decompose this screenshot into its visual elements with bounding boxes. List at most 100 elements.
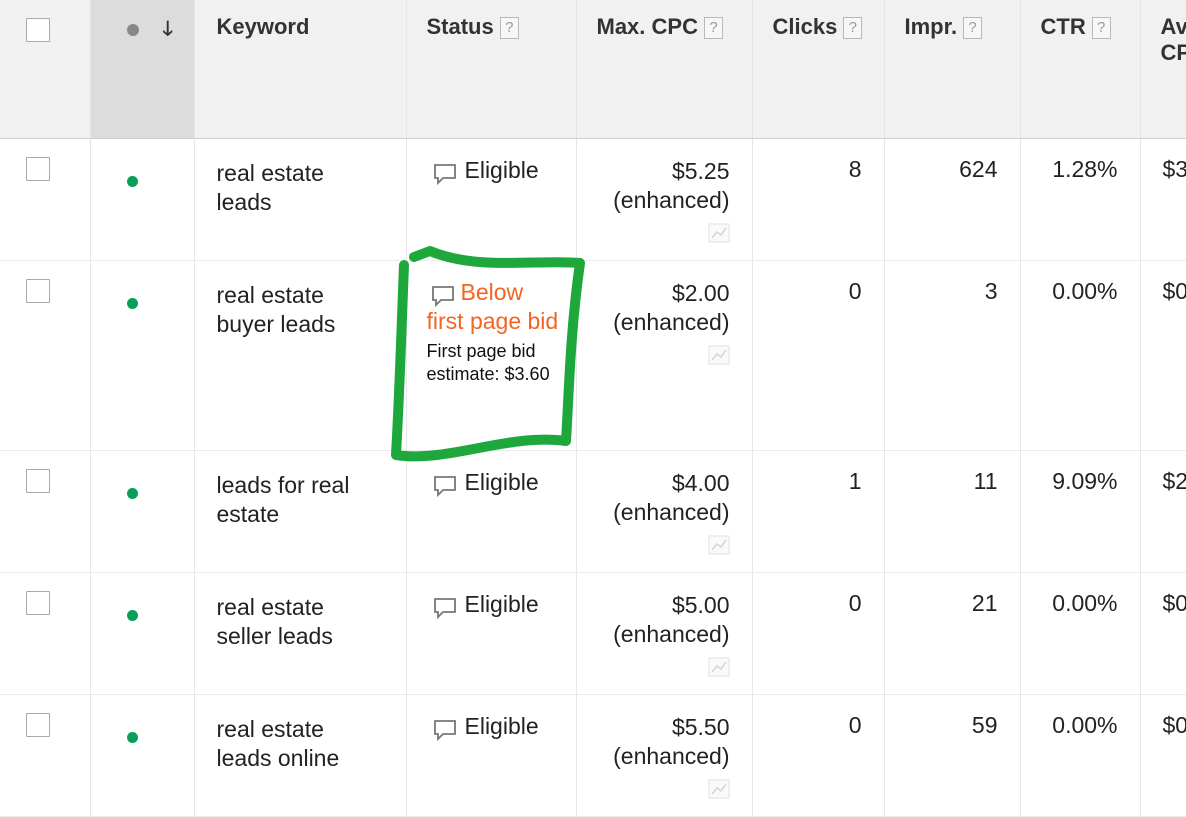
clicks-help-icon[interactable]: ? [843, 17, 862, 39]
row-select-cell [0, 260, 90, 450]
keyword-cell: real estate seller leads [194, 572, 406, 694]
status-cell: Eligible [406, 138, 576, 260]
cpc-note: (enhanced) [587, 308, 730, 337]
clicks-value: 1 [753, 451, 884, 495]
avg-cpc-value: $0 [1141, 573, 1186, 617]
max-cpc-value[interactable]: $5.50 [587, 713, 730, 742]
max-cpc-help-icon[interactable]: ? [704, 17, 723, 39]
avg-cpc-cell: $2 [1140, 450, 1186, 572]
status-column-header[interactable]: Status? [406, 0, 576, 138]
table-row: leads for real estate Eligible $4.00(enh… [0, 450, 1186, 572]
speech-bubble-icon[interactable] [433, 719, 457, 741]
clicks-cell: 0 [752, 694, 884, 816]
avg-cpc-value: $3 [1141, 139, 1186, 183]
row-checkbox[interactable] [26, 591, 50, 615]
table-row: real estate buyer leads Below first page… [0, 260, 1186, 450]
enabled-dot-icon[interactable] [127, 732, 138, 743]
impr-cell: 3 [884, 260, 1020, 450]
table-row: real estate leads Eligible $5.25(enhance… [0, 138, 1186, 260]
impr-column-header[interactable]: Impr.? [884, 0, 1020, 138]
ctr-cell: 1.28% [1020, 138, 1140, 260]
status-header-label: Status [427, 14, 494, 39]
status-cell: Below first page bid First page bid esti… [406, 260, 576, 450]
line-graph-icon[interactable] [708, 535, 730, 555]
line-graph-icon[interactable] [708, 657, 730, 677]
avg-cpc-column-header[interactable]: Avg. CPC [1140, 0, 1186, 138]
status-cell: Eligible [406, 572, 576, 694]
clicks-column-header[interactable]: Clicks? [752, 0, 884, 138]
impr-cell: 21 [884, 572, 1020, 694]
impr-help-icon[interactable]: ? [963, 17, 982, 39]
ctr-cell: 0.00% [1020, 260, 1140, 450]
row-checkbox[interactable] [26, 157, 50, 181]
avg-cpc-value: $0 [1141, 261, 1186, 305]
clicks-cell: 0 [752, 260, 884, 450]
clicks-value: 0 [753, 573, 884, 617]
impr-cell: 59 [884, 694, 1020, 816]
row-select-cell [0, 138, 90, 260]
max-cpc-cell: $4.00(enhanced) [576, 450, 752, 572]
row-checkbox[interactable] [26, 279, 50, 303]
max-cpc-value[interactable]: $5.25 [587, 157, 730, 186]
ctr-header-label: CTR [1041, 14, 1086, 39]
max-cpc-header-label: Max. CPC [597, 14, 698, 39]
keyword-cell: real estate buyer leads [194, 260, 406, 450]
max-cpc-cell: $5.50(enhanced) [576, 694, 752, 816]
row-state-cell [90, 138, 194, 260]
ctr-cell: 0.00% [1020, 572, 1140, 694]
status-help-icon[interactable]: ? [500, 17, 519, 39]
first-page-bid-note: First page bid estimate: $3.60 [427, 340, 562, 386]
clicks-value: 0 [753, 695, 884, 739]
clicks-value: 0 [753, 261, 884, 305]
cpc-note: (enhanced) [587, 620, 730, 649]
speech-bubble-icon[interactable] [431, 285, 455, 307]
impr-value: 11 [885, 451, 1020, 495]
impr-value: 21 [885, 573, 1020, 617]
clicks-cell: 8 [752, 138, 884, 260]
row-state-cell [90, 260, 194, 450]
keywords-table: 🡓 Keyword Status? Max. CPC? Clicks? Impr… [0, 0, 1186, 817]
max-cpc-value[interactable]: $2.00 [587, 279, 730, 308]
ctr-cell: 0.00% [1020, 694, 1140, 816]
avg-cpc-cell: $0 [1140, 260, 1186, 450]
speech-bubble-icon[interactable] [433, 475, 457, 497]
clicks-cell: 0 [752, 572, 884, 694]
select-all-cell [0, 0, 90, 138]
keyword-text[interactable]: real estate buyer leads [195, 261, 406, 339]
enabled-dot-icon[interactable] [127, 488, 138, 499]
ctr-value: 1.28% [1021, 139, 1140, 183]
row-select-cell [0, 450, 90, 572]
table-row: real estate leads online Eligible $5.50(… [0, 694, 1186, 816]
speech-bubble-icon[interactable] [433, 163, 457, 185]
keyword-text[interactable]: real estate seller leads [195, 573, 406, 651]
enabled-dot-icon[interactable] [127, 298, 138, 309]
sort-down-arrow-icon[interactable]: 🡓 [163, 14, 173, 48]
max-cpc-column-header[interactable]: Max. CPC? [576, 0, 752, 138]
avg-cpc-value: $0 [1141, 695, 1186, 739]
keyword-column-header[interactable]: Keyword [194, 0, 406, 138]
max-cpc-cell: $2.00(enhanced) [576, 260, 752, 450]
line-graph-icon[interactable] [708, 223, 730, 243]
line-graph-icon[interactable] [708, 779, 730, 799]
enabled-dot-icon[interactable] [127, 176, 138, 187]
status-dot-icon [127, 24, 139, 36]
keyword-header-label: Keyword [217, 14, 310, 39]
max-cpc-value[interactable]: $5.00 [587, 591, 730, 620]
row-checkbox[interactable] [26, 469, 50, 493]
max-cpc-value[interactable]: $4.00 [587, 469, 730, 498]
ctr-value: 0.00% [1021, 695, 1140, 739]
speech-bubble-icon[interactable] [433, 597, 457, 619]
keyword-text[interactable]: leads for real estate [195, 451, 406, 529]
keyword-text[interactable]: real estate leads online [195, 695, 406, 773]
row-checkbox[interactable] [26, 713, 50, 737]
enabled-dot-icon[interactable] [127, 610, 138, 621]
impr-header-label: Impr. [905, 14, 958, 39]
impr-value: 59 [885, 695, 1020, 739]
line-graph-icon[interactable] [708, 345, 730, 365]
select-all-checkbox[interactable] [26, 18, 50, 42]
state-column-header[interactable]: 🡓 [90, 0, 194, 138]
ctr-cell: 9.09% [1020, 450, 1140, 572]
ctr-column-header[interactable]: CTR? [1020, 0, 1140, 138]
ctr-help-icon[interactable]: ? [1092, 17, 1111, 39]
keyword-text[interactable]: real estate leads [195, 139, 406, 217]
